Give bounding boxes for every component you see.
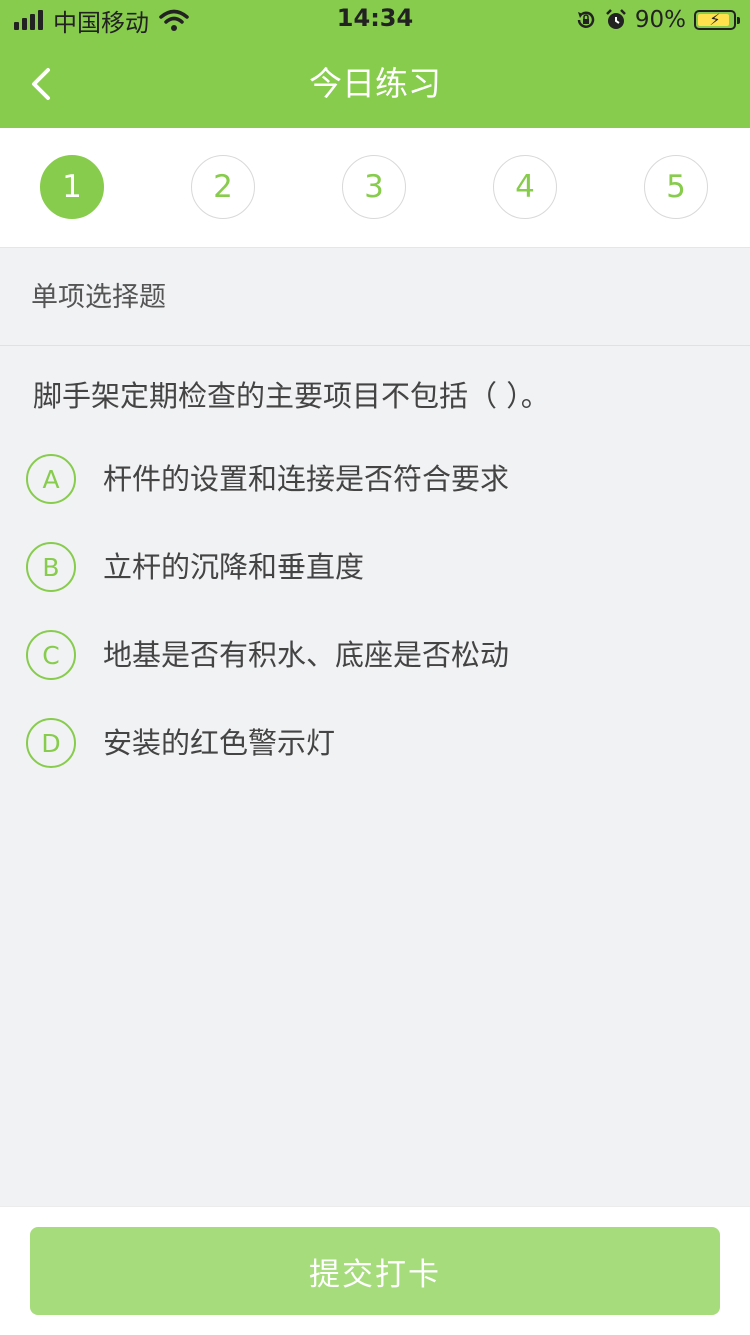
battery-charging-icon: ⚡ [694, 10, 740, 30]
option-b-radio[interactable]: B [26, 542, 76, 592]
step-5[interactable]: 5 [644, 155, 708, 219]
battery-percent: 90% [634, 7, 686, 33]
option-c-radio[interactable]: C [26, 630, 76, 680]
step-4[interactable]: 4 [493, 155, 557, 219]
option-a-text: 杆件的设置和连接是否符合要求 [103, 462, 510, 496]
option-d[interactable]: D 安装的红色警示灯 [26, 718, 726, 768]
step-3[interactable]: 3 [342, 155, 406, 219]
status-right: 90% ⚡ [575, 6, 740, 34]
option-d-radio[interactable]: D [26, 718, 76, 768]
question-stepper: 1 2 3 4 5 [0, 128, 750, 248]
footer-bar: 提交打卡 [0, 1206, 750, 1335]
question-stem: 脚手架定期检查的主要项目不包括（ ）。 [33, 379, 550, 413]
page-title: 今日练习 [309, 64, 441, 103]
question-type-label: 单项选择题 [0, 248, 750, 346]
charging-bolt-icon: ⚡ [709, 10, 721, 29]
status-bar: 中国移动 14:34 90% ⚡ [0, 0, 750, 40]
option-a-radio[interactable]: A [26, 454, 76, 504]
option-a[interactable]: A 杆件的设置和连接是否符合要求 [26, 454, 726, 504]
top-bar: 中国移动 14:34 90% ⚡ 今日练习 [0, 0, 750, 128]
option-c-text: 地基是否有积水、底座是否松动 [103, 638, 510, 672]
option-c[interactable]: C 地基是否有积水、底座是否松动 [26, 630, 726, 680]
option-b-text: 立杆的沉降和垂直度 [103, 550, 365, 584]
option-b[interactable]: B 立杆的沉降和垂直度 [26, 542, 726, 592]
submit-checkin-button[interactable]: 提交打卡 [30, 1227, 720, 1315]
step-1[interactable]: 1 [40, 155, 104, 219]
option-d-text: 安装的红色警示灯 [103, 726, 336, 760]
rotation-lock-icon [577, 11, 595, 28]
alarm-icon [605, 9, 626, 29]
step-2[interactable]: 2 [191, 155, 255, 219]
